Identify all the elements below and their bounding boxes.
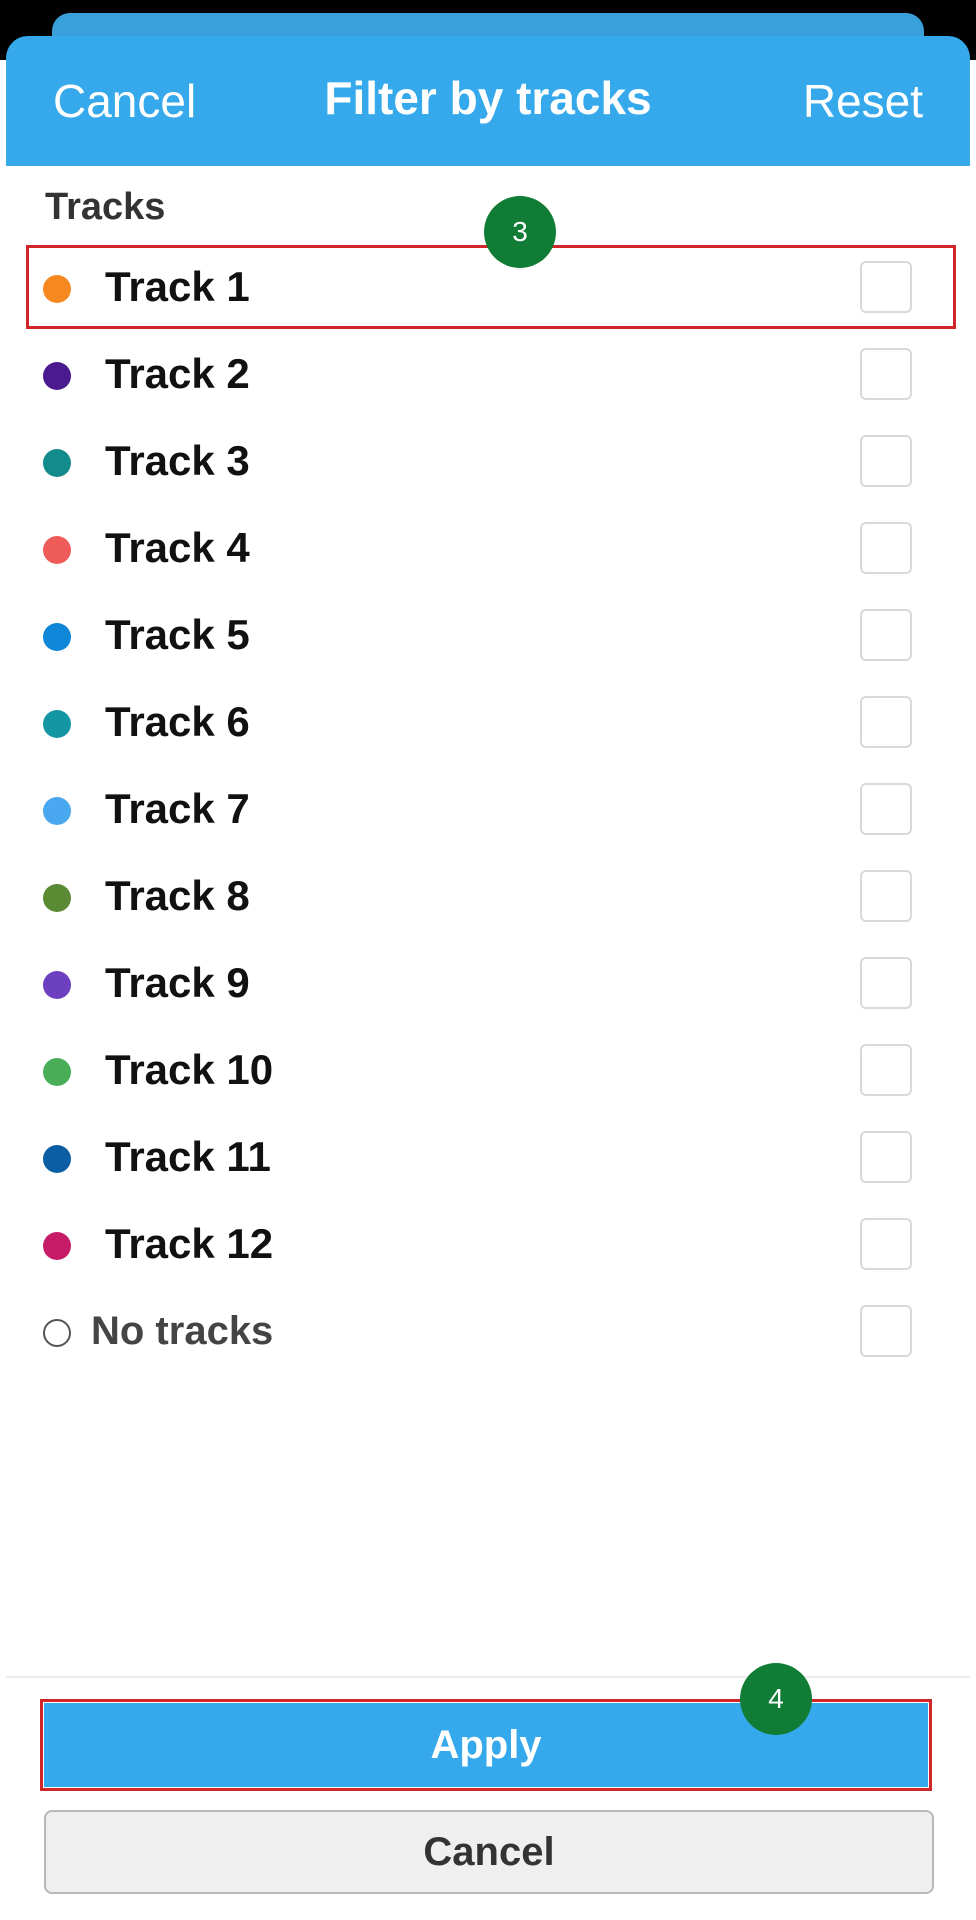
track-color-dot [43, 710, 71, 738]
empty-circle-icon [43, 1319, 71, 1347]
filter-sheet: Cancel Filter by tracks Reset Tracks Tra… [0, 0, 976, 1920]
track-color-dot [43, 1145, 71, 1173]
track-checkbox[interactable] [860, 957, 912, 1009]
track-label: Track 6 [105, 698, 250, 745]
track-checkbox[interactable] [860, 870, 912, 922]
track-row-9[interactable]: Track 9 [30, 943, 950, 1023]
footer-divider [6, 1676, 970, 1678]
track-row-10[interactable]: Track 10 [30, 1030, 950, 1110]
track-row-7[interactable]: Track 7 [30, 769, 950, 849]
track-color-dot [43, 449, 71, 477]
track-color-dot [43, 1058, 71, 1086]
track-color-dot [43, 971, 71, 999]
track-checkbox[interactable] [860, 522, 912, 574]
highlight-box-track-1 [26, 245, 956, 329]
track-checkbox[interactable] [860, 1131, 912, 1183]
track-label: Track 10 [105, 1046, 274, 1093]
step-marker-4: 4 [740, 1663, 812, 1735]
section-title-tracks: Tracks [45, 186, 166, 228]
track-label: Track 9 [105, 959, 250, 1006]
track-color-dot [43, 362, 71, 390]
track-label: Track 2 [105, 350, 250, 397]
track-checkbox[interactable] [860, 1044, 912, 1096]
track-color-dot [43, 1232, 71, 1260]
track-label: Track 8 [105, 872, 250, 919]
track-label: Track 11 [105, 1133, 271, 1180]
step-marker-3: 3 [484, 196, 556, 268]
track-checkbox[interactable] [860, 609, 912, 661]
track-label: Track 12 [105, 1220, 274, 1267]
track-label: Track 5 [105, 611, 250, 658]
track-label: Track 4 [105, 524, 250, 571]
no-tracks-label: No tracks [91, 1309, 274, 1353]
track-color-dot [43, 884, 71, 912]
track-label: Track 3 [105, 437, 250, 484]
track-row-2[interactable]: Track 2 [30, 334, 950, 414]
track-color-dot [43, 797, 71, 825]
no-tracks-checkbox[interactable] [860, 1305, 912, 1357]
track-label: Track 7 [105, 785, 250, 832]
track-checkbox[interactable] [860, 348, 912, 400]
track-checkbox[interactable] [860, 696, 912, 748]
track-row-4[interactable]: Track 4 [30, 508, 950, 588]
track-row-5[interactable]: Track 5 [30, 595, 950, 675]
track-row-11[interactable]: Track 11 [30, 1117, 950, 1197]
track-checkbox[interactable] [860, 435, 912, 487]
track-color-dot [43, 623, 71, 651]
reset-button[interactable]: Reset [803, 36, 923, 166]
track-checkbox[interactable] [860, 783, 912, 835]
sheet-header: Cancel Filter by tracks Reset [6, 36, 970, 166]
track-row-8[interactable]: Track 8 [30, 856, 950, 936]
no-tracks-row[interactable]: No tracks [30, 1291, 950, 1371]
track-row-6[interactable]: Track 6 [30, 682, 950, 762]
track-row-12[interactable]: Track 12 [30, 1204, 950, 1284]
footer-cancel-button[interactable]: Cancel [44, 1810, 934, 1894]
track-color-dot [43, 536, 71, 564]
track-checkbox[interactable] [860, 1218, 912, 1270]
track-row-3[interactable]: Track 3 [30, 421, 950, 501]
